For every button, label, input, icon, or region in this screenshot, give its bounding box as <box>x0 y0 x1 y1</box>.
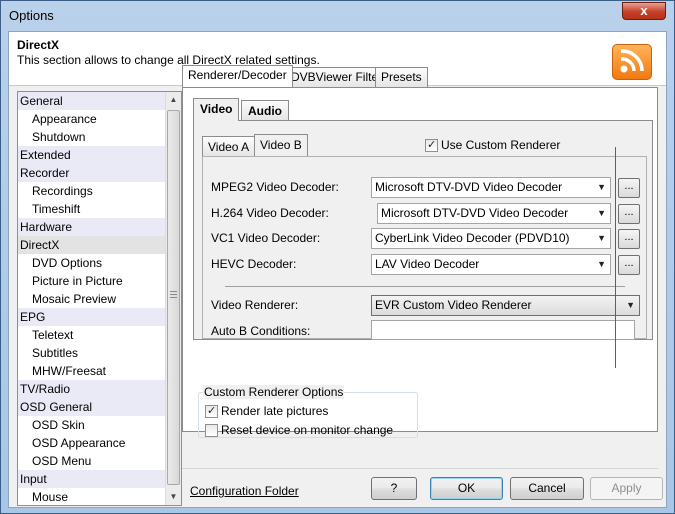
vc1-settings-button[interactable]: ... <box>618 229 640 249</box>
custom-renderer-options-group: Custom Renderer Options ✓ Render late pi… <box>198 385 418 438</box>
tree-item[interactable]: OSD Appearance <box>18 434 166 452</box>
window-title: Options <box>9 8 54 23</box>
tree-item[interactable]: MHW/Freesat <box>18 362 166 380</box>
tree-item[interactable]: General <box>18 92 166 110</box>
chevron-down-icon: ▼ <box>597 182 606 192</box>
tree-item[interactable]: Subtitles <box>18 344 166 362</box>
mpeg2-decoder-label: MPEG2 Video Decoder: <box>211 180 339 194</box>
group-title: Custom Renderer Options <box>203 385 345 399</box>
ok-button[interactable]: OK <box>430 477 503 500</box>
help-button[interactable]: ? <box>371 477 417 500</box>
tab-renderer-decoder[interactable]: Renderer/Decoder <box>182 65 293 87</box>
h264-decoder-label: H.264 Video Decoder: <box>211 206 329 220</box>
separator <box>225 286 625 287</box>
close-icon: x <box>640 3 648 18</box>
mpeg2-decoder-select[interactable]: Microsoft DTV-DVD Video Decoder ▼ <box>371 177 611 198</box>
tab-video-a[interactable]: Video A <box>202 136 256 156</box>
main-tab-control: Renderer/Decoder DVBViewer Filter Preset… <box>182 65 658 432</box>
renderer-decoder-panel: Video Audio Video A Video B ✓ Use Custom… <box>182 87 658 432</box>
tree-item[interactable]: OSD General <box>18 398 166 416</box>
reset-device-checkbox[interactable] <box>205 424 218 437</box>
reset-device-label: Reset device on monitor change <box>221 423 394 437</box>
video-panel: Video A Video B ✓ Use Custom Renderer MP… <box>193 120 653 340</box>
video-renderer-label: Video Renderer: <box>211 298 299 312</box>
mpeg2-settings-button[interactable]: ... <box>618 178 640 198</box>
checkmark-icon: ✓ <box>427 139 437 151</box>
h264-settings-button[interactable]: ... <box>618 204 640 224</box>
tree-item[interactable]: DirectX <box>18 236 166 254</box>
configuration-folder-link[interactable]: Configuration Folder <box>190 484 299 498</box>
render-late-label: Render late pictures <box>221 404 329 418</box>
vc1-decoder-select[interactable]: CyberLink Video Decoder (PDVD10) ▼ <box>371 228 611 249</box>
tree-item[interactable]: Extended <box>18 146 166 164</box>
scroll-up-icon[interactable]: ▲ <box>166 92 181 108</box>
tree-scrollbar[interactable]: ▲ ▼ <box>165 92 181 505</box>
tree-item[interactable]: DVD Options <box>18 254 166 272</box>
tree-item[interactable]: Hardware <box>18 218 166 236</box>
title-bar[interactable]: Options x <box>1 1 674 31</box>
section-tree-list: General Appearance Shutdown Extended Recorde… <box>18 92 166 505</box>
video-renderer-select[interactable]: EVR Custom Video Renderer ▼ <box>371 295 640 316</box>
tree-item[interactable]: Recorder <box>18 164 166 182</box>
tree-item[interactable]: OSD Menu <box>18 452 166 470</box>
tree-item[interactable]: Appearance <box>18 110 166 128</box>
tree-item[interactable]: Picture in Picture <box>18 272 166 290</box>
tab-video[interactable]: Video <box>193 98 240 121</box>
tree-item[interactable]: Timeshift <box>18 200 166 218</box>
tree-item[interactable]: EPG <box>18 308 166 326</box>
close-button[interactable]: x <box>622 2 666 20</box>
h264-decoder-select[interactable]: Microsoft DTV-DVD Video Decoder ▼ <box>377 203 611 224</box>
chevron-down-icon: ▼ <box>597 259 606 269</box>
tab-dvbviewer-filter[interactable]: DVBViewer Filter <box>285 67 389 87</box>
tree-item[interactable]: Mosaic Preview <box>18 290 166 308</box>
cancel-button[interactable]: Cancel <box>510 477 584 500</box>
options-window: Options x DirectX This section allows to… <box>0 0 675 514</box>
section-title: DirectX <box>17 38 60 52</box>
tree-item[interactable]: Recordings <box>18 182 166 200</box>
tree-item[interactable]: Shutdown <box>18 128 166 146</box>
tab-presets[interactable]: Presets <box>375 67 428 87</box>
tree-item[interactable]: Teletext <box>18 326 166 344</box>
hevc-settings-button[interactable]: ... <box>618 255 640 275</box>
video-b-panel: MPEG2 Video Decoder: Microsoft DTV-DVD V… <box>202 156 647 340</box>
tab-video-b[interactable]: Video B <box>254 134 308 156</box>
guide-line <box>615 147 616 368</box>
section-tree[interactable]: General Appearance Shutdown Extended Recorde… <box>17 91 182 506</box>
auto-b-conditions-input[interactable] <box>371 320 635 340</box>
footer-divider <box>182 468 658 469</box>
render-late-checkbox[interactable]: ✓ <box>205 405 218 418</box>
scroll-down-icon[interactable]: ▼ <box>166 489 181 505</box>
chevron-down-icon: ▼ <box>597 208 606 218</box>
tab-audio[interactable]: Audio <box>241 100 289 120</box>
tree-item[interactable]: Mouse <box>18 488 166 505</box>
tree-item[interactable]: Input <box>18 470 166 488</box>
apply-button[interactable]: Apply <box>590 477 663 500</box>
chevron-down-icon: ▼ <box>626 300 635 310</box>
auto-b-conditions-label: Auto B Conditions: <box>211 324 311 338</box>
scrollbar-thumb[interactable] <box>167 110 180 485</box>
use-custom-renderer-label: Use Custom Renderer <box>441 138 561 152</box>
chevron-down-icon: ▼ <box>597 233 606 243</box>
tree-item[interactable]: OSD Skin <box>18 416 166 434</box>
use-custom-renderer-checkbox[interactable]: ✓ <box>425 139 438 152</box>
tree-item[interactable]: TV/Radio <box>18 380 166 398</box>
vc1-decoder-label: VC1 Video Decoder: <box>211 231 321 245</box>
hevc-decoder-label: HEVC Decoder: <box>211 257 297 271</box>
checkmark-icon: ✓ <box>207 405 217 417</box>
hevc-decoder-select[interactable]: LAV Video Decoder ▼ <box>371 254 611 275</box>
